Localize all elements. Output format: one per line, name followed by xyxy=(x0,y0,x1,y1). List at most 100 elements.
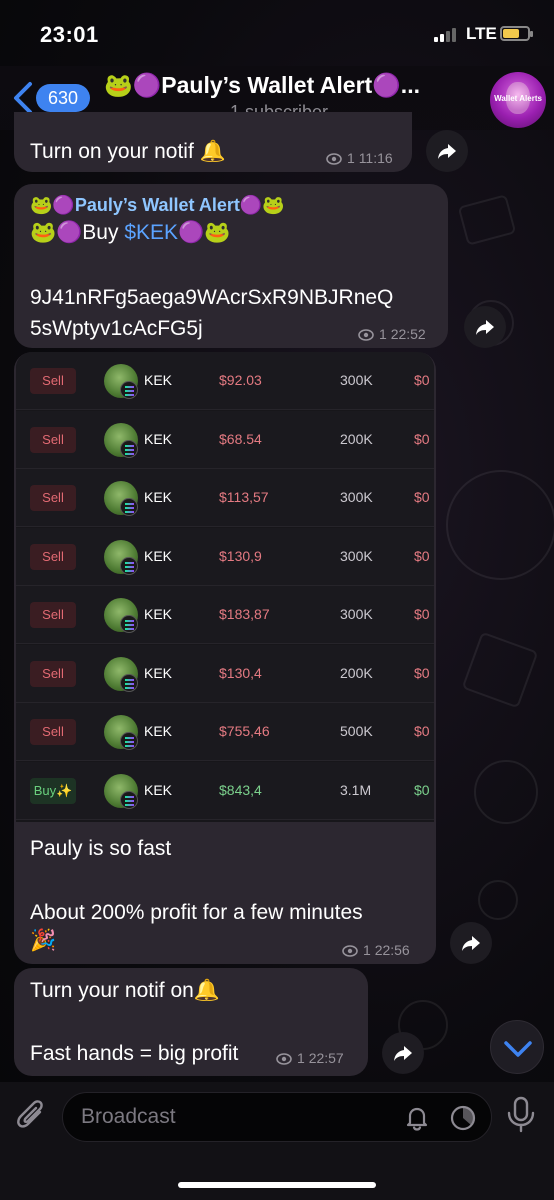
eye-icon xyxy=(342,945,358,957)
token-name: KEK xyxy=(144,430,173,447)
schedule-button[interactable] xyxy=(449,1104,477,1137)
trade-amount: 300K xyxy=(340,606,373,622)
kek-token-icon xyxy=(104,539,138,575)
kek-token-icon xyxy=(104,364,138,399)
forward-button[interactable] xyxy=(426,130,468,172)
clock: 23:01 xyxy=(40,22,99,47)
channel-avatar[interactable]: Wallet Alerts xyxy=(490,72,546,128)
trade-extra: $0 xyxy=(414,723,430,739)
voice-message-button[interactable] xyxy=(506,1096,536,1139)
wallpaper-doodle xyxy=(461,631,539,709)
trade-row: Sell KEK $92.03 300K $0 xyxy=(16,352,434,410)
trade-price: $755,46 xyxy=(219,723,270,739)
solana-icon xyxy=(120,381,138,399)
trade-row: Buy✨ KEK $843,4 3.1M $0 xyxy=(16,761,434,820)
wallpaper-doodle xyxy=(457,194,517,246)
trade-extra: $0 xyxy=(414,664,430,681)
message-text: 🎉 xyxy=(30,929,57,952)
token-name: KEK xyxy=(144,489,173,505)
scroll-to-bottom-button[interactable] xyxy=(490,1020,544,1074)
contract-address-line: 5sWptyv1cAcFG5j xyxy=(30,317,203,340)
kek-token-icon xyxy=(104,481,138,516)
trade-price: $130,9 xyxy=(219,547,262,564)
trade-price: $183,87 xyxy=(219,606,270,622)
trade-side-tag: Sell xyxy=(30,485,76,511)
message-text: Turn on your notif 🔔 xyxy=(30,140,226,163)
battery-icon xyxy=(500,26,533,41)
trade-row: Sell KEK $755,46 500K $0 xyxy=(16,703,434,761)
trade-side-tag: Buy✨ xyxy=(30,777,76,804)
trades-screenshot[interactable]: Sell KEK $92.03 300K $0 Sell KEK $68.54 200K $0 Se… xyxy=(16,352,434,822)
silent-broadcast-button[interactable] xyxy=(403,1104,431,1137)
kek-token-icon xyxy=(104,656,138,692)
token-name: KEK xyxy=(144,781,173,798)
trade-extra: $0 xyxy=(414,547,430,564)
eye-icon xyxy=(358,329,374,341)
forward-button[interactable] xyxy=(464,306,506,348)
trade-row: Sell KEK $68.54 200K $0 xyxy=(16,410,434,469)
message-meta: 1 22:52 xyxy=(358,326,426,342)
trade-side-tag: Sell xyxy=(30,426,76,453)
message-text: Turn your notif on🔔 xyxy=(30,979,220,1002)
status-bar: 23:01 LTE xyxy=(0,0,554,66)
view-count: 1 xyxy=(297,1050,305,1066)
mic-icon xyxy=(507,1096,535,1133)
trade-amount: 3.1M xyxy=(340,781,372,798)
trade-side-tag: Sell xyxy=(30,660,76,687)
attach-button[interactable] xyxy=(16,1098,48,1134)
cellular-signal-icon xyxy=(434,26,460,42)
chevron-down-icon xyxy=(504,1041,532,1057)
kek-token-icon xyxy=(104,715,138,750)
token-name: KEK xyxy=(144,723,173,739)
trade-extra: $0 xyxy=(414,781,430,798)
trade-amount: 300K xyxy=(340,547,373,564)
trade-price: $92.03 xyxy=(219,372,262,388)
trade-price: $130,4 xyxy=(219,664,262,681)
token-name: KEK xyxy=(144,547,173,564)
ticker-link[interactable]: $KEK xyxy=(124,221,178,244)
network-type: LTE xyxy=(466,24,497,43)
message-field[interactable] xyxy=(62,1092,492,1142)
trade-side-tag: Sell xyxy=(30,543,76,570)
forward-button[interactable] xyxy=(450,922,492,964)
forward-icon xyxy=(476,320,494,335)
trade-amount: 200K xyxy=(340,664,373,681)
forward-icon xyxy=(394,1046,412,1061)
message-time: 22:52 xyxy=(390,326,426,342)
unread-badge[interactable]: 630 xyxy=(36,84,90,112)
solana-icon xyxy=(120,498,138,516)
kek-token-icon xyxy=(104,598,138,633)
forward-icon xyxy=(438,144,456,159)
trade-extra: $0 xyxy=(414,430,430,447)
trade-extra: $0 xyxy=(414,606,430,622)
message-sender: 🐸🟣Pauly’s Wallet Alert🟣🐸 xyxy=(30,195,285,215)
solana-icon xyxy=(120,732,138,750)
buy-suffix: 🟣🐸 xyxy=(178,221,231,244)
message-meta: 1 22:57 xyxy=(276,1050,344,1066)
message-meta: 1 11:16 xyxy=(326,150,393,166)
trade-amount: 300K xyxy=(340,489,373,505)
broadcast-input[interactable] xyxy=(81,1093,381,1141)
message-time: 22:56 xyxy=(374,942,410,958)
trade-row: Sell KEK $183,87 300K $0 xyxy=(16,586,434,644)
solana-icon xyxy=(120,615,138,633)
attach-icon xyxy=(17,1100,43,1128)
trade-extra: $0 xyxy=(414,372,430,388)
home-indicator xyxy=(178,1182,376,1188)
trade-side-tag: Sell xyxy=(30,719,76,745)
channel-title[interactable]: 🐸🟣Pauly’s Wallet Alert🟣... xyxy=(104,72,464,99)
solana-icon xyxy=(120,790,138,809)
wallpaper-doodle xyxy=(446,470,554,580)
solana-icon xyxy=(120,556,138,575)
back-button[interactable] xyxy=(10,80,36,116)
token-name: KEK xyxy=(144,664,173,681)
schedule-icon xyxy=(450,1105,476,1131)
forward-button[interactable] xyxy=(382,1032,424,1074)
trade-row: Sell KEK $130,4 200K $0 xyxy=(16,644,434,703)
trade-row: Sell KEK $130,9 300K $0 xyxy=(16,527,434,586)
eye-icon xyxy=(276,1053,292,1065)
trade-amount: 200K xyxy=(340,430,373,447)
trade-row: Sell KEK $113,57 300K $0 xyxy=(16,469,434,527)
token-name: KEK xyxy=(144,372,173,388)
back-chevron-icon xyxy=(14,82,32,114)
